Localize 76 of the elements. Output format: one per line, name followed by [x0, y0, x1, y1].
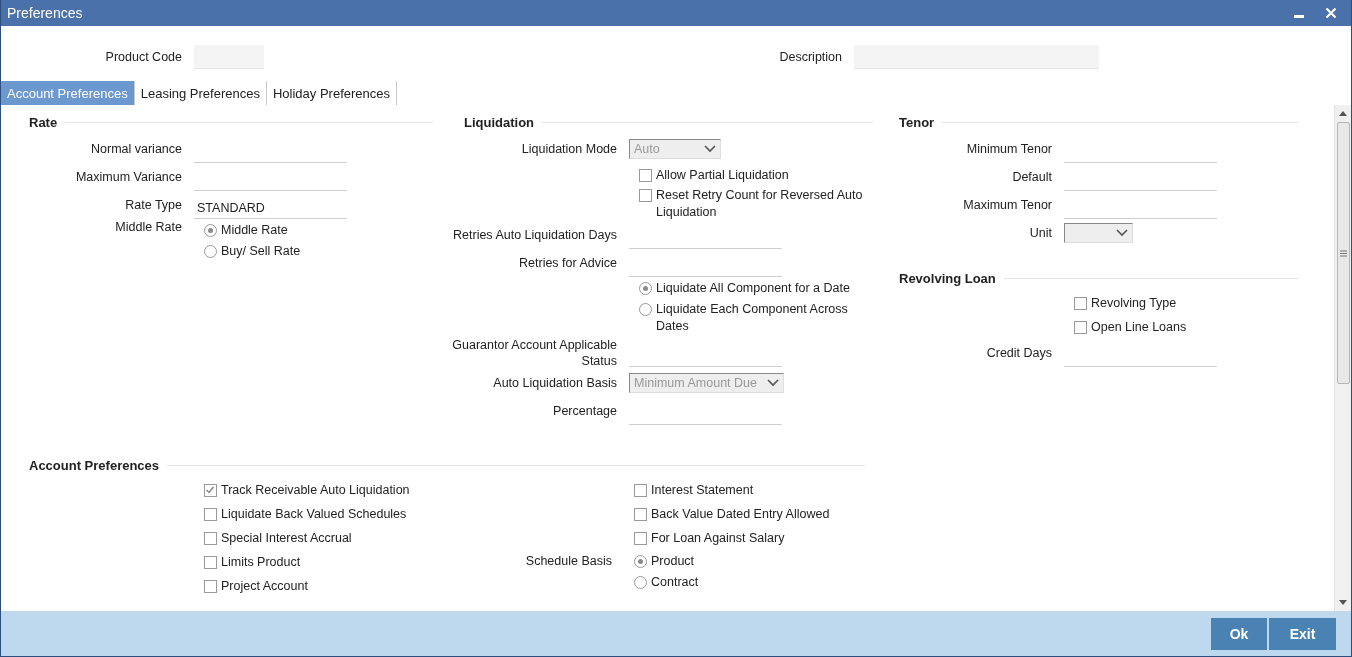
checkbox-label: Allow Partial Liquidation: [656, 166, 790, 184]
field-label: Retries for Advice: [519, 256, 617, 270]
checkbox-label: Liquidate Back Valued Schedules: [221, 505, 408, 523]
radio-button[interactable]: [204, 245, 217, 258]
dialog-button[interactable]: Ok: [1211, 617, 1267, 650]
radio-button[interactable]: [634, 576, 647, 589]
field-label: Maximum Tenor: [963, 198, 1052, 212]
scroll-up-icon[interactable]: [1339, 111, 1347, 116]
close-icon[interactable]: [1325, 7, 1337, 19]
checkbox[interactable]: [204, 579, 217, 593]
checkbox-label: Special Interest Accrual: [221, 529, 353, 547]
section-title: Account Preferences: [29, 457, 160, 473]
field-label: Rate Type: [125, 198, 182, 212]
scrollbar-thumb[interactable]: [1336, 122, 1350, 384]
field-label: Description: [778, 50, 842, 64]
checkbox[interactable]: [1074, 296, 1087, 310]
scroll-down-icon[interactable]: [1339, 600, 1347, 605]
dialog-button[interactable]: Exit: [1269, 617, 1336, 650]
field-label: Auto Liquidation Basis: [493, 376, 617, 390]
radio-label: Product: [651, 553, 696, 570]
checkbox[interactable]: [634, 483, 647, 497]
radio-button[interactable]: [639, 282, 652, 295]
field-label: Middle Rate: [115, 220, 182, 234]
field-label: Schedule Basis: [525, 554, 612, 568]
radio-label: Liquidate Each Component Across Dates: [656, 301, 849, 335]
radio-button[interactable]: [634, 555, 647, 568]
checkbox[interactable]: [204, 531, 217, 545]
field-label: Unit: [1029, 226, 1052, 240]
scrollbar[interactable]: [1334, 105, 1351, 611]
section-title: Revolving Loan: [899, 270, 996, 286]
grip-icon: [1339, 249, 1347, 257]
checkbox-label: Interest Statement: [651, 481, 755, 499]
checkbox-label: Open Line Loans: [1091, 318, 1188, 336]
field-label: Liquidation Mode: [521, 142, 617, 156]
radio-label: Middle Rate: [221, 222, 289, 239]
radio-label: Contract: [651, 574, 700, 591]
field-label: Default: [1012, 170, 1052, 184]
checkbox-label: Project Account: [221, 577, 309, 595]
chevron-down-icon: [1116, 229, 1128, 237]
field-label: Percentage: [553, 404, 617, 418]
chevron-down-icon: [704, 145, 716, 153]
checkbox[interactable]: [639, 189, 652, 202]
checkbox[interactable]: [634, 507, 647, 521]
section-title: Tenor: [899, 114, 935, 130]
radio-button[interactable]: [639, 303, 652, 316]
checkbox[interactable]: [1074, 320, 1087, 334]
dropdown[interactable]: [1064, 223, 1133, 243]
checkbox[interactable]: [204, 483, 217, 497]
text-field[interactable]: [854, 45, 1099, 69]
checkbox-label: Revolving Type: [1091, 294, 1178, 312]
checkbox-label: Track Receivable Auto Liquidation: [221, 481, 411, 499]
field-label: Minimum Tenor: [966, 142, 1052, 156]
radio-button[interactable]: [204, 224, 217, 237]
checkbox[interactable]: [204, 555, 217, 569]
checkbox[interactable]: [634, 531, 647, 545]
field-label: Product Code: [104, 50, 182, 64]
checkbox-label: For Loan Against Salary: [651, 529, 786, 547]
checkbox[interactable]: [639, 168, 652, 182]
section-title: Rate: [29, 114, 58, 130]
tab[interactable]: Account Preferences: [1, 81, 135, 105]
section-title: Liquidation: [464, 114, 535, 130]
checkbox-label: Reset Retry Count for Reversed Auto Liquidation: [656, 187, 864, 221]
checkbox-label: Limits Product: [221, 553, 302, 571]
field-label: Maximum Variance: [75, 170, 182, 184]
radio-label: Buy/ Sell Rate: [221, 243, 302, 260]
text-field[interactable]: [194, 45, 264, 69]
field-label: Guarantor Account Applicable Status: [452, 338, 617, 368]
field-label: Credit Days: [986, 346, 1052, 360]
field-label: Normal variance: [91, 142, 182, 156]
chevron-down-icon: [767, 379, 779, 387]
checkbox-label: Back Value Dated Entry Allowed: [651, 505, 831, 523]
radio-label: Liquidate All Component for a Date: [656, 280, 851, 297]
text-field[interactable]: STANDARD: [194, 196, 347, 219]
field-label: Retries Auto Liquidation Days: [453, 228, 617, 242]
window-title: Preferences: [7, 5, 83, 21]
checkbox[interactable]: [204, 507, 217, 521]
